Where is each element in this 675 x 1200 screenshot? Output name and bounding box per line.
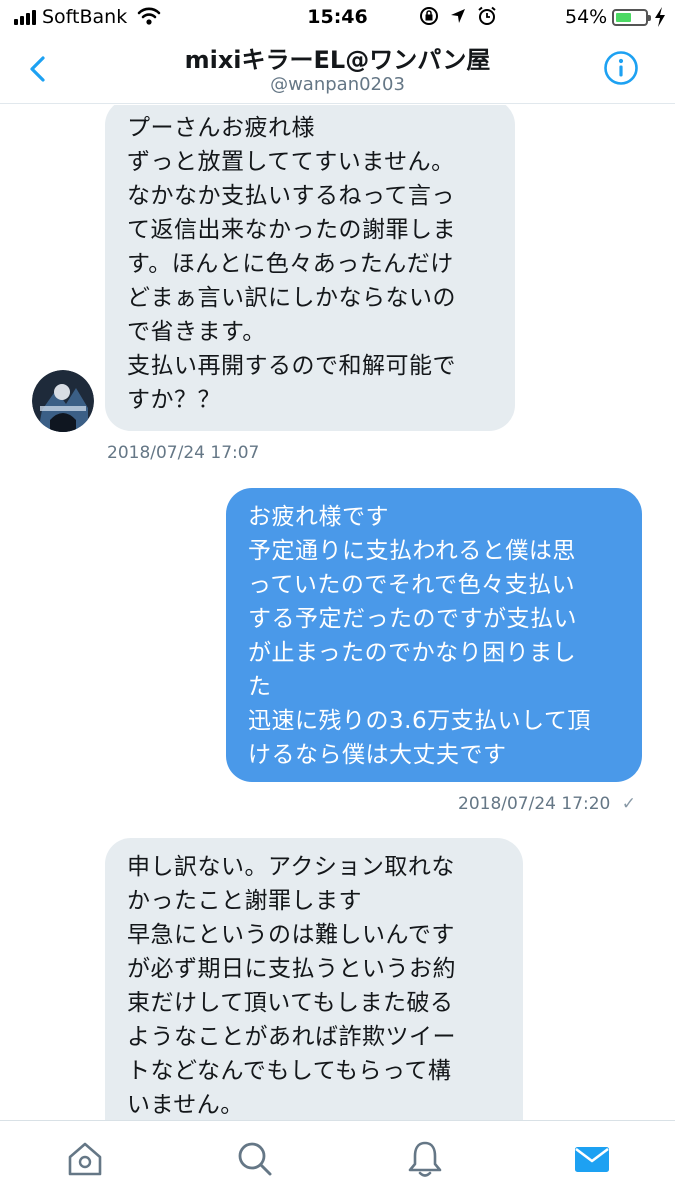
tab-messages[interactable]: [572, 1139, 612, 1179]
info-button[interactable]: [603, 50, 639, 86]
mail-icon: [575, 1147, 609, 1172]
info-icon: [604, 51, 638, 85]
message-bubble-received[interactable]: 申し訳ない。アクション取れな かったこと謝罪します 早急にというのは難しいんです…: [105, 838, 523, 1120]
message-bubble-sent[interactable]: お疲れ様です 予定通りに支払われると僕は思 っていたのでそれで色々支払い する予…: [226, 488, 642, 782]
rotation-lock-icon: [420, 7, 438, 25]
tab-search[interactable]: [235, 1139, 275, 1179]
message-timestamp: 2018/07/24 17:07: [107, 443, 260, 463]
bell-icon: [408, 1141, 442, 1177]
message-timestamp-text: 2018/07/24 17:20: [458, 794, 611, 814]
avatar-image: [32, 370, 94, 432]
conversation-title[interactable]: mixiキラーEL@ワンパン屋: [0, 40, 675, 75]
tab-notifications[interactable]: [405, 1139, 445, 1179]
charging-icon: [655, 7, 665, 27]
search-icon: [238, 1142, 272, 1176]
message-bubble-received[interactable]: プーさんお疲れ様 ずっと放置しててすいません。 なかなか支払いするねって言っ て…: [105, 105, 515, 431]
status-icons: [419, 6, 497, 26]
avatar[interactable]: [32, 370, 94, 432]
location-icon: [451, 9, 465, 23]
battery-percent: 54%: [565, 6, 608, 28]
battery-fill: [616, 13, 631, 22]
message-list[interactable]: プーさんお疲れ様 ずっと放置しててすいません。 なかなか支払いするねって言っ て…: [0, 105, 675, 1120]
tab-bar: [0, 1120, 675, 1200]
conversation-handle: @wanpan0203: [270, 74, 405, 95]
status-bar: SoftBank 15:46 54%: [0, 0, 675, 34]
read-check-icon: ✓: [621, 794, 637, 814]
conversation-header: mixiキラーEL@ワンパン屋 @wanpan0203: [0, 34, 675, 104]
message-timestamp: 2018/07/24 17:20 ✓: [458, 794, 636, 814]
tab-home[interactable]: [65, 1139, 105, 1179]
alarm-icon: [478, 6, 496, 25]
battery-icon: [612, 9, 651, 26]
home-icon: [68, 1142, 102, 1176]
